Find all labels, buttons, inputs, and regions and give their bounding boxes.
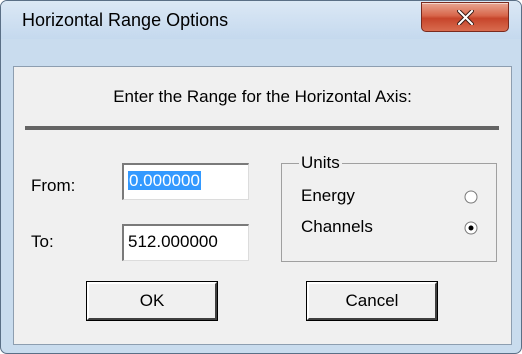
to-value: 512.000000	[128, 232, 218, 251]
energy-label[interactable]: Energy	[301, 186, 355, 206]
units-group-title: Units	[299, 152, 342, 174]
dialog-content: Enter the Range for the Horizontal Axis:…	[13, 66, 512, 345]
energy-radio[interactable]	[464, 190, 478, 204]
window-title: Horizontal Range Options	[22, 10, 229, 30]
units-group: Units Energy Channels	[281, 152, 497, 262]
to-field[interactable]: 512.000000	[122, 224, 249, 261]
channels-label[interactable]: Channels	[301, 217, 373, 237]
title-bar[interactable]: Horizontal Range Options	[1, 1, 521, 39]
close-button[interactable]	[421, 2, 509, 32]
divider	[25, 126, 499, 130]
cancel-button[interactable]: Cancel	[307, 282, 437, 320]
from-label: From:	[31, 176, 76, 195]
from-field[interactable]: 0.000000	[122, 163, 249, 200]
from-value: 0.000000	[128, 171, 201, 190]
range-prompt: Enter the Range for the Horizontal Axis:	[113, 87, 412, 106]
close-icon	[457, 10, 474, 25]
to-label: To:	[31, 232, 54, 251]
dialog-window: Horizontal Range Options Enter the Range…	[0, 0, 522, 354]
ok-button[interactable]: OK	[87, 282, 217, 320]
channels-radio[interactable]	[464, 221, 478, 235]
